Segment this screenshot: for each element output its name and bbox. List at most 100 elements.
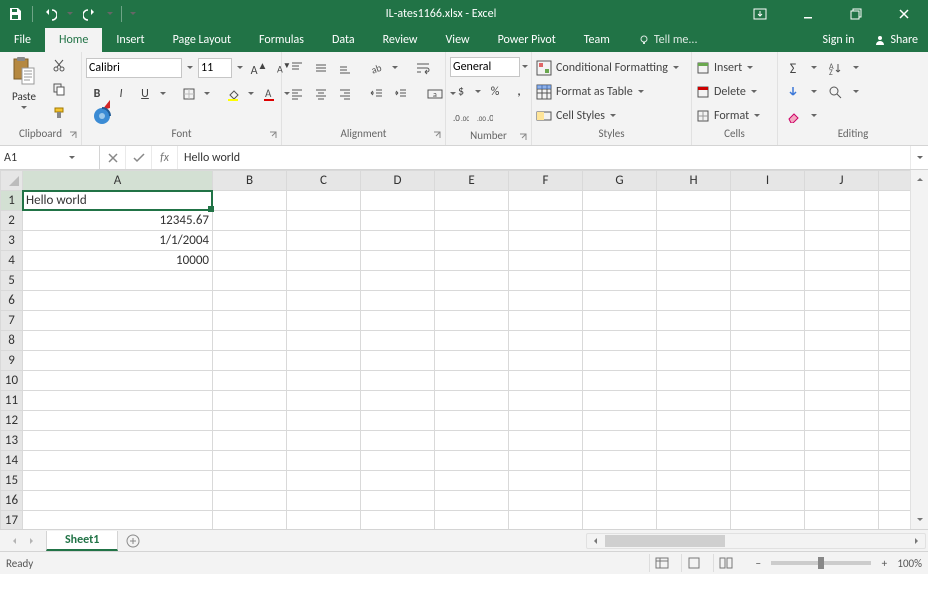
- cell[interactable]: [805, 491, 879, 511]
- cell[interactable]: [731, 371, 805, 391]
- restore-button[interactable]: [836, 0, 876, 28]
- cell[interactable]: [287, 451, 361, 471]
- underline-button[interactable]: U: [134, 83, 156, 105]
- cell[interactable]: [213, 351, 287, 371]
- orientation-dropdown[interactable]: [390, 64, 400, 72]
- cell[interactable]: [509, 451, 583, 471]
- row-header[interactable]: 1: [1, 191, 23, 211]
- cell[interactable]: [361, 371, 435, 391]
- cell[interactable]: [731, 491, 805, 511]
- cell[interactable]: [731, 511, 805, 531]
- cell[interactable]: [23, 491, 213, 511]
- increase-decimal[interactable]: .0.00: [450, 107, 472, 129]
- column-header[interactable]: A: [23, 171, 213, 191]
- clipboard-launcher[interactable]: [67, 129, 79, 141]
- expand-formula-bar[interactable]: [910, 146, 928, 169]
- cell[interactable]: [805, 511, 879, 531]
- cell[interactable]: [805, 271, 879, 291]
- cell[interactable]: [213, 331, 287, 351]
- column-header[interactable]: H: [657, 171, 731, 191]
- cell[interactable]: [583, 391, 657, 411]
- cell[interactable]: [361, 331, 435, 351]
- cell[interactable]: [435, 411, 509, 431]
- align-middle[interactable]: [310, 57, 332, 79]
- cell[interactable]: [509, 431, 583, 451]
- cell[interactable]: [287, 471, 361, 491]
- cell[interactable]: [287, 371, 361, 391]
- cell[interactable]: [731, 471, 805, 491]
- cell[interactable]: [361, 291, 435, 311]
- cell[interactable]: [731, 431, 805, 451]
- decrease-decimal[interactable]: .00.0: [474, 107, 496, 129]
- cell[interactable]: [805, 451, 879, 471]
- row-header[interactable]: 2: [1, 211, 23, 231]
- accounting-format[interactable]: $: [450, 81, 472, 103]
- font-color-button[interactable]: A: [258, 83, 280, 105]
- format-painter-button[interactable]: [48, 102, 70, 124]
- cell[interactable]: [435, 291, 509, 311]
- cell[interactable]: [805, 191, 879, 211]
- scroll-down-button[interactable]: [911, 511, 928, 529]
- close-button[interactable]: [884, 0, 924, 28]
- cell[interactable]: [23, 391, 213, 411]
- paste-dropdown[interactable]: [20, 103, 28, 113]
- cell[interactable]: [435, 271, 509, 291]
- borders-dropdown[interactable]: [202, 90, 212, 98]
- cell[interactable]: [509, 271, 583, 291]
- increase-font-size[interactable]: A▲: [248, 57, 270, 79]
- font-launcher[interactable]: [267, 129, 279, 141]
- fill-button[interactable]: [782, 81, 804, 103]
- cell[interactable]: [435, 311, 509, 331]
- cell[interactable]: [657, 211, 731, 231]
- cell[interactable]: [731, 351, 805, 371]
- cell[interactable]: [213, 431, 287, 451]
- cell[interactable]: [435, 251, 509, 271]
- tab-insert[interactable]: Insert: [102, 28, 158, 52]
- align-left[interactable]: [286, 83, 308, 105]
- cell[interactable]: [287, 411, 361, 431]
- name-box[interactable]: A1: [0, 146, 100, 169]
- borders-button[interactable]: [178, 83, 200, 105]
- cell[interactable]: [213, 491, 287, 511]
- row-header[interactable]: 8: [1, 331, 23, 351]
- cell[interactable]: [23, 291, 213, 311]
- sheet-nav-next[interactable]: [24, 533, 40, 549]
- insert-cells-button[interactable]: Insert: [696, 57, 778, 79]
- cell[interactable]: [361, 431, 435, 451]
- cell[interactable]: [213, 371, 287, 391]
- cell[interactable]: [361, 471, 435, 491]
- cell[interactable]: [435, 471, 509, 491]
- cell[interactable]: Hello world: [23, 191, 213, 211]
- cell[interactable]: [23, 311, 213, 331]
- cell[interactable]: [23, 451, 213, 471]
- cell[interactable]: [213, 231, 287, 251]
- redo-dropdown[interactable]: [105, 3, 115, 25]
- cell[interactable]: [361, 511, 435, 531]
- cell[interactable]: [361, 411, 435, 431]
- sort-filter-button[interactable]: AZ: [824, 57, 846, 79]
- tab-home[interactable]: Home: [45, 28, 102, 52]
- cell[interactable]: [361, 451, 435, 471]
- cell[interactable]: [509, 291, 583, 311]
- font-size-combo[interactable]: [198, 58, 232, 78]
- cell[interactable]: [731, 231, 805, 251]
- cell[interactable]: [287, 211, 361, 231]
- number-format-dropdown[interactable]: [520, 63, 530, 71]
- cell[interactable]: [213, 311, 287, 331]
- cell[interactable]: [435, 371, 509, 391]
- cell[interactable]: [731, 331, 805, 351]
- cell[interactable]: [435, 391, 509, 411]
- number-launcher[interactable]: [517, 131, 529, 143]
- cell[interactable]: [435, 431, 509, 451]
- scroll-left-button[interactable]: [587, 537, 603, 545]
- paste-button[interactable]: Paste: [4, 54, 44, 113]
- zoom-in-button[interactable]: +: [877, 557, 891, 570]
- cell[interactable]: [731, 291, 805, 311]
- cell[interactable]: [805, 231, 879, 251]
- increase-indent[interactable]: [390, 83, 412, 105]
- accounting-dropdown[interactable]: [474, 88, 482, 96]
- cell[interactable]: [731, 251, 805, 271]
- number-format-combo[interactable]: [450, 57, 520, 77]
- cell[interactable]: [657, 251, 731, 271]
- cell[interactable]: [509, 511, 583, 531]
